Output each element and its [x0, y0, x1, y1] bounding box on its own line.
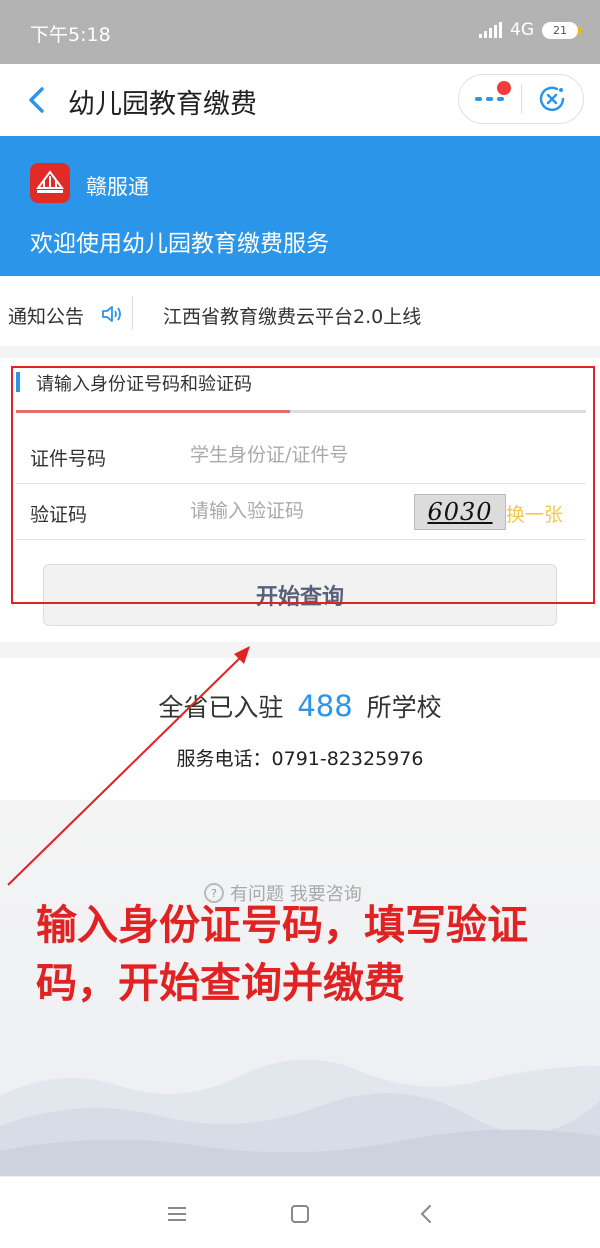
close-button[interactable] [521, 75, 583, 123]
annotation-text: 输入身份证号码，填写验证码，开始查询并缴费 [36, 901, 528, 1007]
status-indicators: 4G 21 [479, 20, 582, 40]
signal-icon [479, 22, 502, 38]
network-type: 4G [510, 20, 534, 40]
welcome-text: 欢迎使用幼儿园教育缴费服务 [30, 231, 329, 257]
notice-label: 通知公告 [8, 306, 85, 328]
schools-count: 488 [297, 689, 353, 723]
section-gap [0, 346, 600, 358]
back-arrow-icon [420, 1205, 431, 1223]
id-number-label: 证件号码 [30, 448, 107, 470]
more-button[interactable] [459, 75, 521, 123]
system-back-button[interactable] [411, 1199, 441, 1229]
nav-bar: 幼儿园教育缴费 [0, 64, 600, 136]
section-gap [0, 642, 600, 658]
speaker-icon [102, 306, 121, 322]
progress-fill [16, 410, 290, 413]
notice-text: 江西省教育缴费云平台2.0上线 [163, 306, 422, 328]
home-button[interactable] [285, 1199, 315, 1229]
battery-level: 21 [553, 23, 567, 37]
stats-prefix: 全省已入驻 [158, 693, 284, 722]
notice-divider [132, 296, 133, 330]
back-button[interactable] [16, 80, 56, 120]
status-time: 下午5:18 [30, 24, 111, 46]
close-circle-icon [540, 86, 565, 112]
page-title: 幼儿园教育缴费 [68, 89, 257, 120]
service-banner: 赣服通 欢迎使用幼儿园教育缴费服务 [0, 136, 600, 276]
schools-count-line: 全省已入驻 488 所学校 [0, 688, 600, 724]
captcha-image[interactable]: 6030 [414, 494, 506, 530]
id-number-input[interactable] [190, 440, 410, 470]
chevron-left-icon [29, 87, 44, 113]
battery-icon: 21 [542, 21, 582, 39]
status-bar: 下午5:18 4G 21 [0, 0, 600, 64]
start-query-button[interactable]: 开始查询 [43, 564, 557, 626]
captcha-row: 验证码 6030 换一张 [16, 484, 586, 540]
query-form: 请输入身份证号码和验证码 证件号码 验证码 6030 换一张 开始查询 [0, 358, 600, 642]
notice-bar[interactable]: 通知公告 江西省教育缴费云平台2.0上线 [0, 280, 600, 346]
menu-icon [168, 1207, 186, 1221]
app-logo [30, 163, 70, 203]
mini-program-capsule [458, 74, 584, 124]
captcha-input[interactable] [190, 496, 390, 526]
form-heading: 请输入身份证号码和验证码 [36, 374, 252, 395]
captcha-label: 验证码 [30, 504, 88, 526]
id-number-row: 证件号码 [16, 428, 586, 484]
captcha-text: 6030 [427, 498, 493, 526]
service-phone[interactable]: 服务电话：0791-82325976 [0, 744, 600, 771]
logo-emblem-icon [36, 170, 64, 193]
progress-track [16, 410, 586, 413]
stats-section: 全省已入驻 488 所学校 服务电话：0791-82325976 [0, 658, 600, 800]
menu-button[interactable] [162, 1199, 192, 1229]
refresh-captcha-link[interactable]: 换一张 [506, 500, 563, 527]
home-square-icon [291, 1205, 309, 1223]
app-name: 赣服通 [86, 175, 149, 199]
stats-suffix: 所学校 [366, 693, 442, 722]
notification-dot [496, 81, 511, 95]
system-nav-bar [0, 1176, 600, 1248]
heading-accent [16, 372, 20, 392]
